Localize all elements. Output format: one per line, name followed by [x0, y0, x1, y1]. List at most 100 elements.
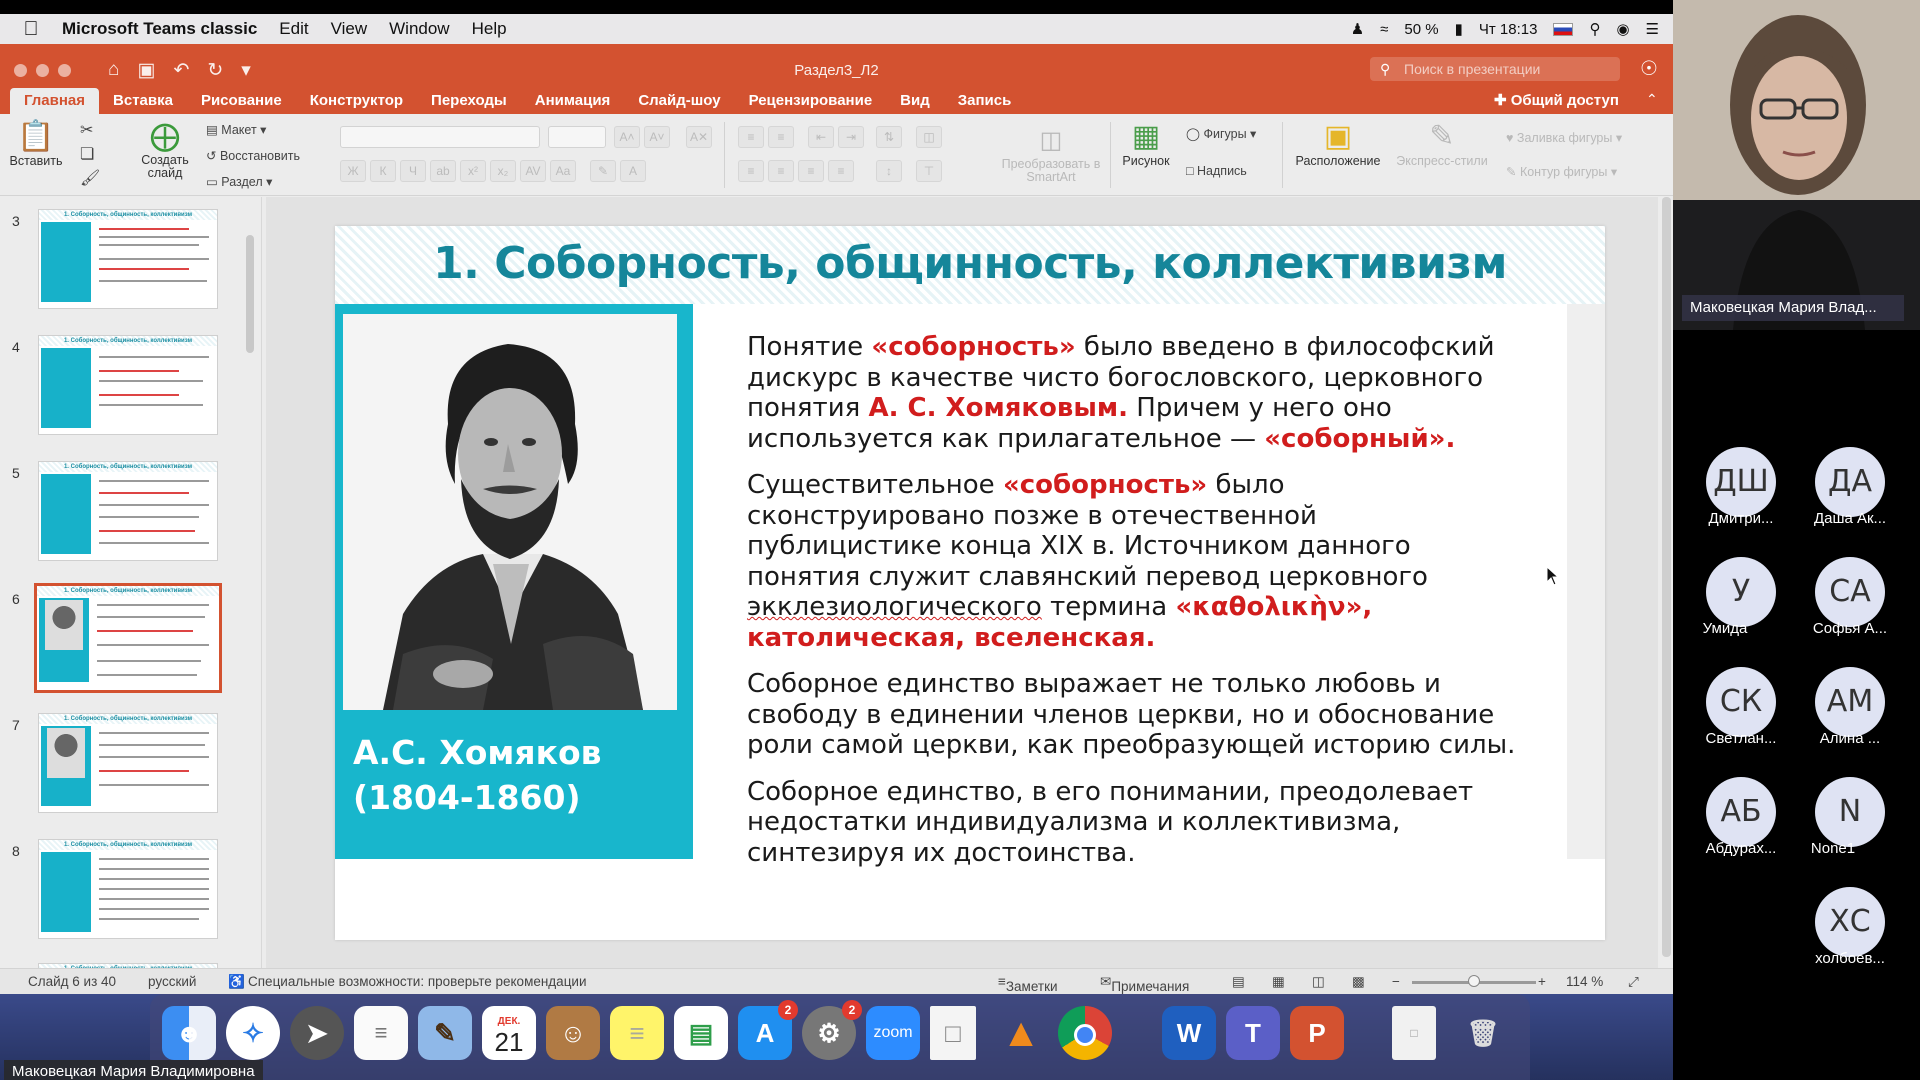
tab-record[interactable]: Запись: [944, 88, 1026, 114]
sorter-view-icon[interactable]: ▦: [1272, 974, 1285, 990]
align-center-icon[interactable]: ≡: [768, 160, 794, 182]
reading-view-icon[interactable]: ◫: [1312, 974, 1325, 990]
battery-icon[interactable]: ▮: [1455, 20, 1463, 38]
normal-view-icon[interactable]: ▤: [1232, 974, 1245, 990]
launchpad-icon[interactable]: ➤: [290, 1006, 344, 1060]
italic-icon[interactable]: К: [370, 160, 396, 182]
slide-thumbnail[interactable]: 1. Соборность, общинность, коллективизм: [38, 461, 218, 561]
clock[interactable]: Чт 18:13: [1479, 21, 1538, 38]
participant-avatar[interactable]: ХС: [1815, 887, 1885, 957]
align-left-icon[interactable]: ≡: [738, 160, 764, 182]
menu-view[interactable]: View: [331, 19, 368, 39]
section-button[interactable]: ▭ Раздел ▾: [206, 174, 272, 189]
tab-slideshow[interactable]: Слайд-шоу: [624, 88, 734, 114]
arrange-button[interactable]: ▣ Расположение: [1290, 120, 1386, 168]
participant-avatar[interactable]: СА: [1815, 557, 1885, 627]
collapse-ribbon-icon[interactable]: ⌃: [1646, 91, 1658, 108]
teams-icon[interactable]: T: [1226, 1006, 1280, 1060]
vlc-icon[interactable]: ▲: [994, 1006, 1048, 1060]
zoom-slider-knob[interactable]: [1468, 975, 1480, 987]
tab-home[interactable]: Главная: [10, 88, 100, 114]
notes-app-icon[interactable]: ≡: [610, 1006, 664, 1060]
bold-icon[interactable]: Ж: [340, 160, 366, 182]
reminders-icon[interactable]: ≡: [354, 1006, 408, 1060]
font-color-icon[interactable]: A: [620, 160, 646, 182]
menu-edit[interactable]: Edit: [279, 19, 308, 39]
tab-animations[interactable]: Анимация: [521, 88, 625, 114]
columns-icon[interactable]: ◫: [916, 126, 942, 148]
blank-document-icon[interactable]: □: [930, 1006, 976, 1060]
slide-thumbnail[interactable]: 1. Соборность, общинность, коллективизм: [38, 335, 218, 435]
finder-icon[interactable]: ☻: [162, 1006, 216, 1060]
app-store-icon[interactable]: A2: [738, 1000, 798, 1060]
shapes-button[interactable]: ◯ Фигуры ▾: [1186, 126, 1256, 141]
tab-draw[interactable]: Рисование: [187, 88, 296, 114]
font-name-field[interactable]: [340, 126, 540, 148]
slide-thumbnail[interactable]: 1. Соборность, общинность, коллективизм: [38, 713, 218, 813]
zoom-out-button[interactable]: −: [1392, 974, 1400, 989]
spotlight-search-icon[interactable]: ⚲: [1589, 20, 1600, 38]
change-case-icon[interactable]: Aa: [550, 160, 576, 182]
apple-icon[interactable]: : [0, 18, 62, 41]
edit-area-scrollbar[interactable]: [1662, 197, 1671, 957]
shape-fill-button[interactable]: ♥ Заливка фигуры ▾: [1506, 130, 1622, 145]
system-settings-icon[interactable]: ⚙ 2: [802, 1000, 862, 1060]
wifi-icon[interactable]: ≈: [1380, 21, 1388, 38]
contacts-icon[interactable]: ☺: [546, 1006, 600, 1060]
paste-button[interactable]: 📋 Вставить: [8, 120, 64, 168]
bullets-icon[interactable]: ≡: [738, 126, 764, 148]
justify-icon[interactable]: ≡: [828, 160, 854, 182]
textbox-button[interactable]: □ Надпись: [1186, 164, 1247, 178]
decrease-font-icon[interactable]: A˅: [644, 126, 670, 148]
copy-icon[interactable]: ❏: [80, 144, 94, 164]
participant-avatar[interactable]: N: [1815, 777, 1885, 847]
shape-outline-button[interactable]: ✎ Контур фигуры ▾: [1506, 164, 1617, 179]
safari-icon[interactable]: ✧: [226, 1006, 280, 1060]
new-slide-button[interactable]: ⨁ Создать слайд: [134, 120, 196, 180]
tab-review[interactable]: Рецензирование: [735, 88, 887, 114]
slide-body-text[interactable]: Понятие «соборность» было введено в фило…: [747, 332, 1517, 884]
line-spacing-icon[interactable]: ⇅: [876, 126, 902, 148]
account-icon[interactable]: ☉: [1640, 56, 1658, 81]
calendar-icon[interactable]: ДЕК. 21: [482, 1006, 536, 1060]
char-spacing-icon[interactable]: AV: [520, 160, 546, 182]
participant-avatar[interactable]: АМ: [1815, 667, 1885, 737]
slide-thumbnail[interactable]: 1. Соборность, общинность, коллективизм: [38, 839, 218, 939]
highlight-icon[interactable]: ✎: [590, 160, 616, 182]
participant-avatar[interactable]: АБ: [1706, 777, 1776, 847]
zoom-app-icon[interactable]: zoom: [866, 1006, 920, 1060]
trash-icon[interactable]: 🗑: [1456, 1006, 1510, 1060]
file-stack-icon[interactable]: □: [1392, 1006, 1436, 1060]
siri-icon[interactable]: ◉: [1616, 20, 1629, 38]
current-slide[interactable]: 1. Соборность, общинность, коллективизм: [335, 226, 1605, 940]
participant-avatar[interactable]: СК: [1706, 667, 1776, 737]
slide-thumbnail[interactable]: 1. Соборность, общинность, коллективизм: [38, 209, 218, 309]
participant-avatar[interactable]: ДА: [1815, 447, 1885, 517]
tab-design[interactable]: Конструктор: [296, 88, 417, 114]
numbers-icon[interactable]: ▤: [674, 1006, 728, 1060]
subscript-icon[interactable]: x₂: [490, 160, 516, 182]
tab-insert[interactable]: Вставка: [99, 88, 187, 114]
align-right-icon[interactable]: ≡: [798, 160, 824, 182]
presentation-search-input[interactable]: ⚲ Поиск в презентации: [1370, 57, 1620, 81]
cut-icon[interactable]: ✂: [80, 120, 93, 140]
preview-icon[interactable]: ✎: [418, 1006, 472, 1060]
underline-icon[interactable]: Ч: [400, 160, 426, 182]
share-button[interactable]: ✚ Общий доступ: [1494, 91, 1619, 109]
format-painter-icon[interactable]: 🖌: [80, 168, 100, 188]
user-icon[interactable]: ♟: [1351, 20, 1364, 38]
text-direction-icon[interactable]: ↕: [876, 160, 902, 182]
control-center-icon[interactable]: ☰: [1646, 20, 1659, 38]
reset-button[interactable]: ↺ Восстановить: [206, 148, 300, 163]
menu-help[interactable]: Help: [472, 19, 507, 39]
picture-button[interactable]: ▦ Рисунок: [1118, 120, 1174, 168]
menu-app-name[interactable]: Microsoft Teams classic: [62, 19, 257, 39]
indent-increase-icon[interactable]: ⇥: [838, 126, 864, 148]
zoom-level[interactable]: 114 %: [1566, 974, 1603, 989]
layout-button[interactable]: ▤ Макет ▾: [206, 122, 266, 137]
fit-slide-icon[interactable]: ⤢: [1628, 974, 1639, 990]
slide-counter[interactable]: Слайд 6 из 40: [28, 974, 116, 989]
clear-format-icon[interactable]: A✕: [686, 126, 712, 148]
zoom-in-button[interactable]: +: [1538, 974, 1546, 989]
powerpoint-icon[interactable]: P: [1290, 1006, 1344, 1060]
